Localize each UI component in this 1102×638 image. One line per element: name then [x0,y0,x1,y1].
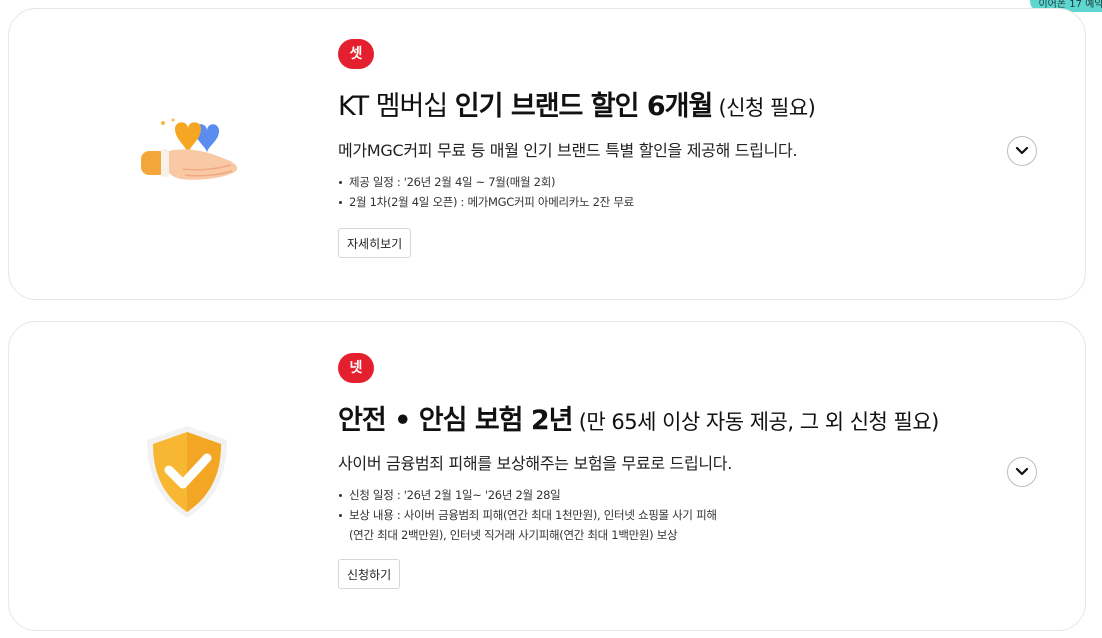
card-title: KT 멤버십 인기 브랜드 할인 6개월 (신청 필요) [338,89,816,126]
expand-toggle[interactable] [1007,136,1037,166]
detail-item: (연간 최대 2백만원), 인터넷 직거래 사기피해(연간 최대 1백만원) 보… [349,528,678,542]
expand-toggle[interactable] [1007,457,1037,487]
apply-button[interactable]: 신청하기 [338,559,401,589]
title-strong: 안전 • 안심 보험 2년 [338,405,574,436]
shield-check-icon [139,422,235,522]
detail-button[interactable]: 자세히보기 [338,228,412,258]
card-description: 메가MGC커피 무료 등 매월 인기 브랜드 특별 할인을 제공해 드립니다. [338,141,798,160]
chevron-down-icon [1015,467,1029,476]
detail-item: 보상 내용 : 사이버 금융범죄 피해(연간 최대 1천만원), 인터넷 쇼핑몰… [338,505,717,525]
detail-list: 신청 일정 : '26년 2월 1일~ '26년 2월 28일 보상 내용 : … [338,485,717,545]
detail-item: 제공 일정 : '26년 2월 4일 ~ 7월(매월 2회) [338,172,634,192]
step-badge: 넷 [338,353,374,383]
title-strong: 인기 브랜드 할인 6개월 [454,91,714,122]
title-prefix: KT 멤버십 [338,91,455,122]
chevron-down-icon [1015,146,1029,155]
card-title: 안전 • 안심 보험 2년 (만 65세 이상 자동 제공, 그 외 신청 필요… [338,403,939,440]
detail-item: 신청 일정 : '26년 2월 1일~ '26년 2월 28일 [338,485,717,505]
title-note: (만 65세 이상 자동 제공, 그 외 신청 필요) [572,410,940,434]
card-description: 사이버 금융범죄 피해를 보상해주는 보험을 무료로 드립니다. [338,454,733,473]
benefit-card-insurance: 넷 안전 • 안심 보험 2년 (만 65세 이상 자동 제공, 그 외 신청 … [8,321,1086,631]
heart-hand-icon [133,117,243,197]
title-note: (신청 필요) [712,96,816,120]
detail-list: 제공 일정 : '26년 2월 4일 ~ 7월(매월 2회) 2월 1차(2월 … [338,172,634,212]
detail-item: 2월 1차(2월 4일 오픈) : 메가MGC커피 아메리카노 2잔 무료 [338,192,634,212]
benefit-card-membership: 셋 KT 멤버십 인기 브랜드 할인 6개월 (신청 필요) 메가MGC커피 무… [8,8,1086,300]
page: 이어폰 17 예약 셋 KT 멤버십 인기 브랜드 할인 6개월 (신청 필요)… [0,0,1102,638]
step-badge: 셋 [338,39,374,69]
